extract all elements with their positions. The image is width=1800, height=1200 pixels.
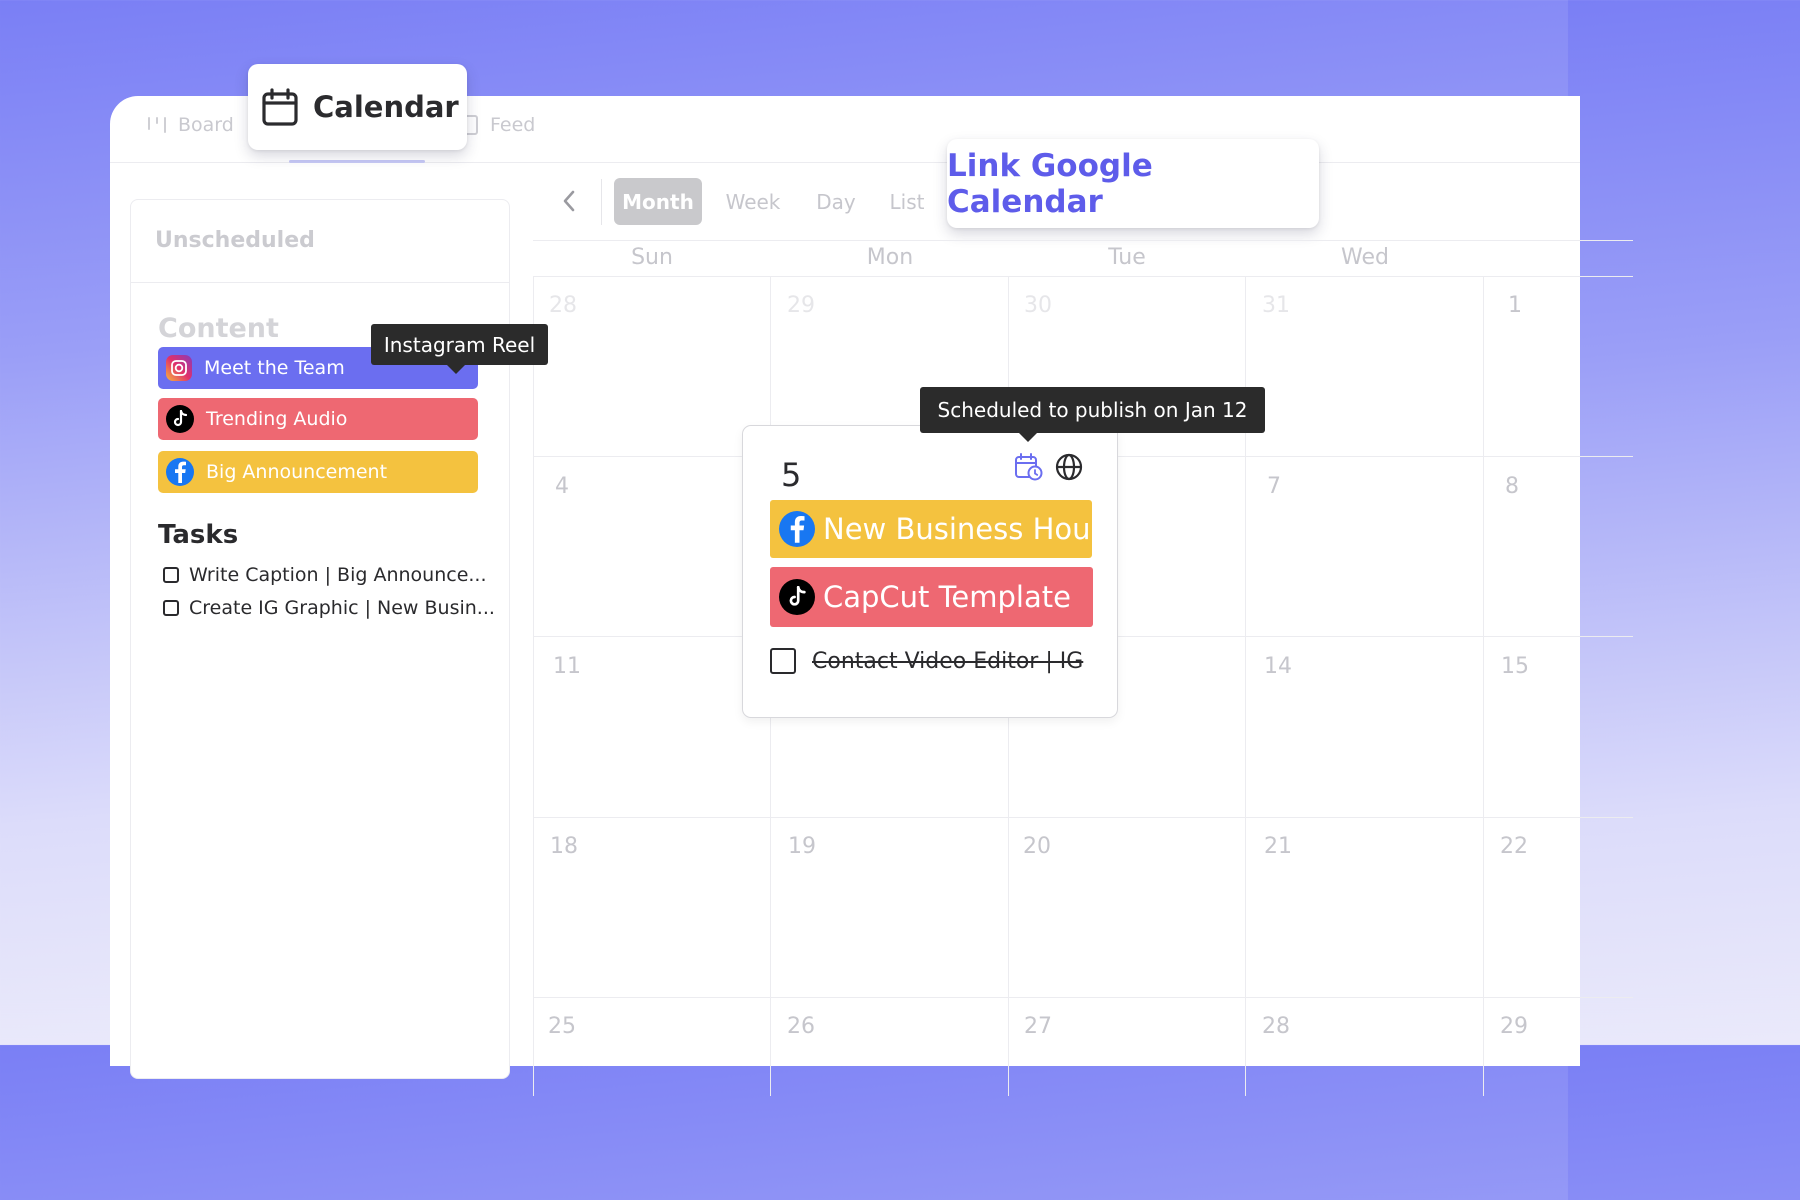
content-item-trending-audio[interactable]: Trending Audio	[158, 398, 478, 440]
view-day-button[interactable]: Day	[812, 178, 860, 225]
day-number[interactable]: 14	[1264, 654, 1292, 679]
day-number[interactable]: 25	[548, 1014, 576, 1039]
day-number[interactable]: 18	[550, 834, 578, 859]
task-checkbox[interactable]	[770, 648, 796, 674]
tasks-section-title: Tasks	[158, 520, 239, 550]
day-number[interactable]: 29	[1500, 1014, 1528, 1039]
week-row-divider	[533, 997, 1633, 998]
tab-calendar[interactable]: Calendar	[248, 64, 467, 150]
day-card-number: 5	[781, 456, 802, 494]
task-label: Create IG Graphic | New Busin...	[189, 597, 495, 619]
link-google-calendar-button[interactable]: Link Google Calendar	[947, 139, 1319, 228]
day-number[interactable]: 11	[553, 654, 581, 679]
day-column-divider	[533, 276, 534, 1096]
day-number[interactable]: 20	[1023, 834, 1051, 859]
content-item-big-announcement[interactable]: Big Announcement	[158, 451, 478, 493]
view-list-button[interactable]: List	[885, 178, 929, 225]
active-tab-indicator	[289, 160, 425, 163]
day-number[interactable]: 21	[1264, 834, 1292, 859]
chevron-left-icon[interactable]	[555, 186, 583, 216]
weekday-header: Sun	[631, 245, 673, 270]
globe-icon[interactable]	[1054, 452, 1084, 482]
tab-feed[interactable]: Feed	[462, 114, 535, 136]
day-number[interactable]: 31	[1262, 293, 1290, 318]
weekday-header: Tue	[1108, 245, 1146, 270]
day-number[interactable]: 19	[788, 834, 816, 859]
day-number[interactable]: 30	[1024, 293, 1052, 318]
toolbar-divider	[601, 179, 602, 225]
event-new-business-hours[interactable]: New Business Hours	[770, 500, 1092, 558]
tab-feed-label: Feed	[490, 114, 536, 136]
instagram-icon	[166, 355, 192, 381]
day-number[interactable]: 7	[1267, 474, 1281, 499]
task-label: Write Caption | Big Announce...	[189, 564, 487, 586]
tiktok-icon	[166, 405, 194, 433]
scheduled-calendar-icon[interactable]	[1014, 452, 1044, 482]
content-item-label: Meet the Team	[204, 357, 345, 379]
board-icon	[148, 117, 166, 133]
event-label: CapCut Template	[823, 580, 1071, 614]
tab-calendar-label: Calendar	[313, 90, 459, 124]
task-checkbox[interactable]	[163, 567, 179, 583]
view-month-button[interactable]: Month	[614, 178, 702, 225]
day-number[interactable]: 28	[1262, 1014, 1290, 1039]
weekday-header: Wed	[1341, 245, 1389, 270]
instagram-reel-tooltip: Instagram Reel	[371, 324, 548, 374]
tiktok-icon	[779, 579, 815, 615]
day-number[interactable]: 4	[555, 474, 569, 499]
day-number[interactable]: 26	[787, 1014, 815, 1039]
view-week-button[interactable]: Week	[722, 178, 784, 225]
facebook-icon	[166, 458, 194, 486]
task-item[interactable]: Create IG Graphic | New Busin...	[163, 597, 495, 619]
scheduled-tooltip: Scheduled to publish on Jan 12	[920, 387, 1265, 442]
day-card-task[interactable]: Contact Video Editor | IG	[770, 648, 1093, 674]
event-label: New Business Hours	[823, 512, 1092, 546]
task-item[interactable]: Write Caption | Big Announce...	[163, 564, 487, 586]
week-row-divider	[533, 817, 1633, 818]
weekday-header: Mon	[866, 245, 914, 270]
content-item-label: Big Announcement	[206, 461, 388, 483]
content-item-label: Trending Audio	[206, 408, 348, 430]
day-number[interactable]: 29	[787, 293, 815, 318]
day-number[interactable]: 27	[1024, 1014, 1052, 1039]
unscheduled-heading: Unscheduled	[131, 200, 509, 283]
tab-board-label: Board	[178, 114, 234, 136]
content-section-title: Content	[158, 313, 279, 344]
day-column-divider	[1483, 276, 1484, 1096]
day-number[interactable]: 22	[1500, 834, 1528, 859]
day-number[interactable]: 15	[1501, 654, 1529, 679]
calendar-icon	[262, 88, 298, 126]
tab-board[interactable]: Board	[146, 114, 234, 136]
task-checkbox[interactable]	[163, 600, 179, 616]
task-label: Contact Video Editor | IG	[812, 648, 1084, 674]
facebook-icon	[779, 511, 815, 547]
event-capcut-template[interactable]: CapCut Template	[770, 567, 1093, 627]
day-number[interactable]: 1	[1508, 293, 1522, 318]
day-number[interactable]: 8	[1505, 474, 1519, 499]
day-detail-card[interactable]: 5 New Business Hours CapCut Template Con…	[742, 425, 1118, 718]
day-number[interactable]: 28	[549, 293, 577, 318]
week-row-divider	[533, 276, 1633, 277]
